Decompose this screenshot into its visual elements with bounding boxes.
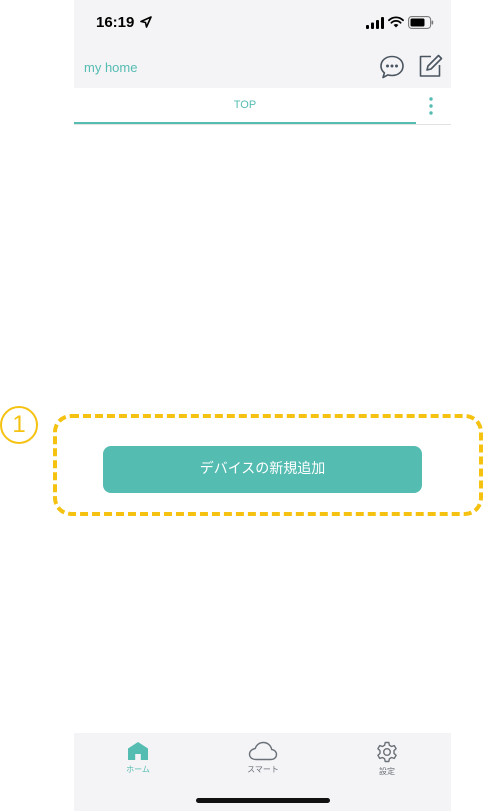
bottom-nav-smart-label: スマート: [247, 765, 279, 774]
chat-icon[interactable]: [379, 54, 405, 80]
tab-bar: TOP: [74, 88, 451, 125]
annotation-marker: 1: [0, 406, 38, 444]
signal-icon: [366, 17, 384, 29]
wifi-icon: [388, 16, 404, 28]
more-vertical-icon[interactable]: [426, 96, 436, 116]
bottom-tab-bar: ホーム スマート 設定: [74, 733, 451, 811]
tab-top[interactable]: TOP: [74, 88, 416, 124]
tab-top-label: TOP: [233, 99, 257, 111]
status-bar: 16:19: [74, 0, 451, 44]
gear-icon: [377, 741, 397, 763]
bottom-nav-home-label: ホーム: [126, 765, 150, 774]
battery-icon: [408, 16, 434, 29]
bottom-nav-home[interactable]: ホーム: [98, 741, 178, 781]
status-time: 16:19: [96, 14, 135, 31]
edit-icon[interactable]: [417, 53, 443, 79]
top-nav-bar: my home: [74, 44, 451, 88]
bottom-nav-settings[interactable]: 設定: [347, 741, 427, 781]
cloud-icon: [248, 741, 278, 761]
home-indicator: [196, 798, 330, 803]
home-selector[interactable]: my home: [84, 60, 137, 75]
annotation-highlight-box: [53, 414, 483, 516]
phone-screen: 16:19 my home TOP デバイスの新規追加 ホーム スマート 設定: [74, 0, 451, 811]
home-icon: [128, 742, 148, 760]
bottom-nav-smart[interactable]: スマート: [223, 741, 303, 781]
location-arrow-icon: [140, 16, 152, 28]
bottom-nav-settings-label: 設定: [379, 767, 395, 776]
